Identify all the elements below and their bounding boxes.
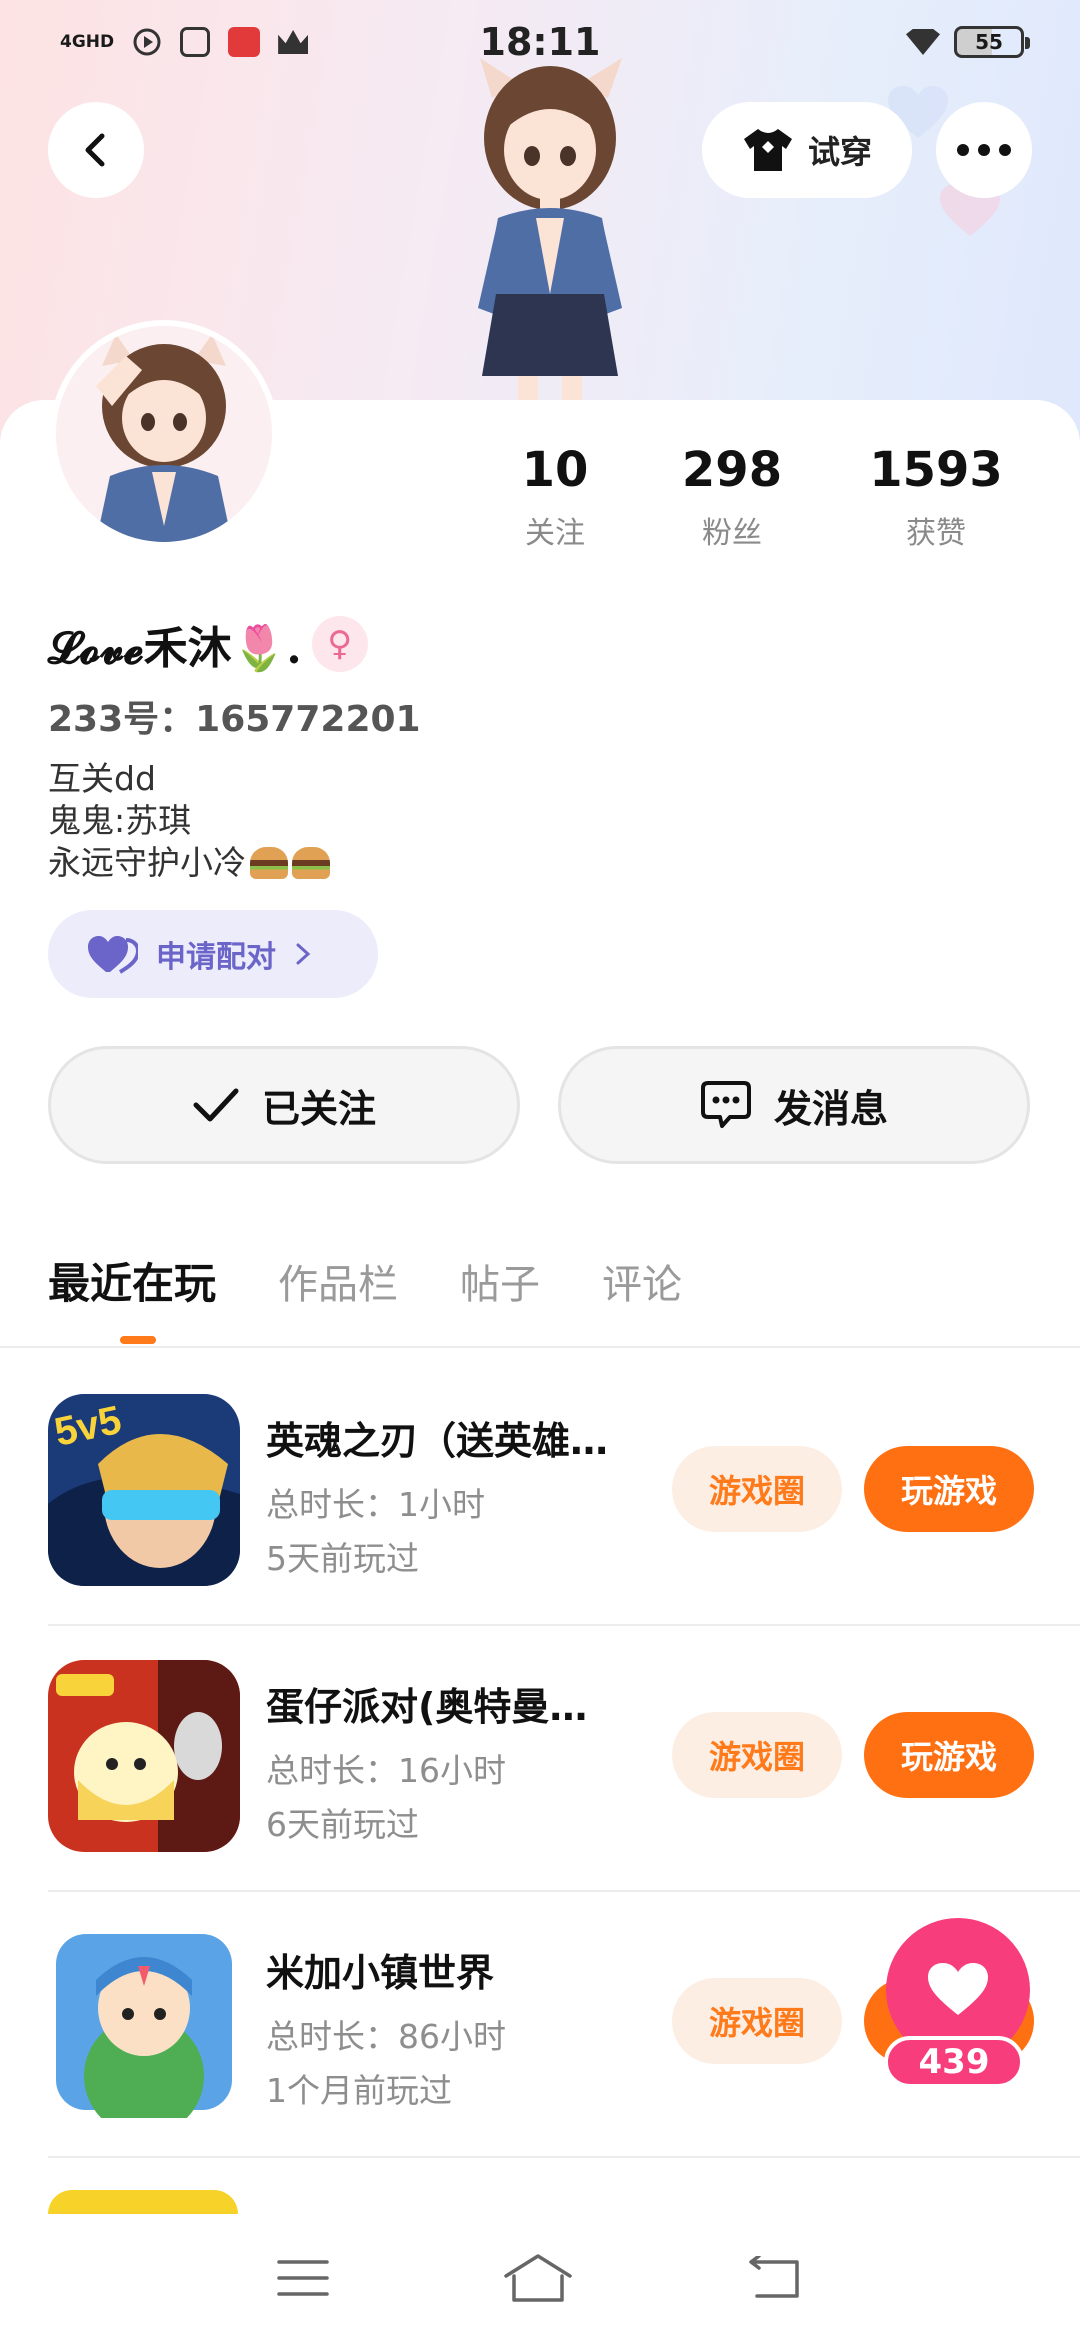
burger-emoji-icon — [292, 847, 330, 879]
tab-comments[interactable]: 评论 — [602, 1252, 682, 1310]
more-button[interactable] — [936, 102, 1032, 198]
stat-likes-value: 1593 — [869, 442, 1003, 498]
try-on-label: 试穿 — [807, 133, 872, 171]
tshirt-icon — [743, 129, 792, 171]
status-bar: 4GHD 18:11 55 — [0, 0, 1080, 84]
game-icon-image — [56, 1934, 232, 2118]
game-icon[interactable] — [48, 1660, 240, 1852]
back-button[interactable] — [48, 102, 144, 198]
like-float-button[interactable]: 439 — [884, 1918, 1032, 2090]
send-message-button[interactable]: 发消息 — [558, 1046, 1030, 1164]
game-row[interactable]: 蛋仔派对(奥特曼… 总时长：16小时 6天前玩过 游戏圈 玩游戏 — [48, 1660, 1048, 1856]
game-duration: 总时长：86小时 — [266, 2017, 506, 2056]
game-title: 米加小镇世界 — [266, 1951, 495, 1995]
back-arrow-icon — [85, 133, 105, 167]
row-divider — [48, 1624, 1080, 1626]
burger-emoji-icon — [250, 847, 288, 879]
followed-button[interactable]: 已关注 — [48, 1046, 520, 1164]
game-last-played: 1个月前玩过 — [266, 2071, 452, 2110]
nickname-row: 𝓛𝓸𝓿𝓮禾沐🌷. ♀ — [48, 612, 368, 676]
play-game-button[interactable]: 玩游戏 — [864, 1712, 1034, 1798]
stat-following-value: 10 — [521, 442, 589, 498]
battery-indicator: 55 — [954, 26, 1030, 58]
game-icon-image: 5v5 — [48, 1394, 240, 1586]
game-duration: 总时长：16小时 — [266, 1751, 506, 1790]
row-divider — [48, 2156, 1080, 2158]
game-circle-button[interactable]: 游戏圈 — [672, 1978, 842, 2064]
active-tab-indicator — [120, 1336, 156, 1344]
game-icon-image — [48, 1660, 240, 1852]
status-icons-right: 55 — [906, 26, 1030, 58]
menu-icon[interactable] — [276, 2258, 329, 2298]
avatar[interactable] — [50, 320, 278, 548]
bio-line: 鬼鬼:苏琪 — [48, 801, 192, 840]
game-duration: 总时长：1小时 — [266, 1485, 485, 1524]
tab-posts[interactable]: 帖子 — [460, 1252, 540, 1310]
next-game-icon-peek — [48, 2190, 238, 2214]
nickname: 𝓛𝓸𝓿𝓮禾沐🌷. — [48, 623, 302, 674]
game-icon[interactable] — [48, 1926, 240, 2118]
game-last-played: 5天前玩过 — [266, 1539, 419, 1578]
bio: 互关dd 鬼鬼:苏琪 永远守护小冷 — [48, 758, 330, 884]
avatar-image — [56, 326, 272, 542]
play-game-button[interactable]: 玩游戏 — [864, 1446, 1034, 1532]
try-on-button[interactable]: 试穿 — [702, 102, 912, 198]
stat-likes[interactable]: 1593 获赞 — [834, 440, 1038, 552]
game-row[interactable]: 5v5 英魂之刃（送英雄… 总时长：1小时 5天前玩过 游戏圈 玩游戏 — [48, 1394, 1048, 1590]
more-dots-icon — [957, 144, 1011, 156]
profile-tabs: 最近在玩 作品栏 帖子 评论 — [48, 1250, 682, 1311]
system-nav-bar — [0, 2216, 1080, 2340]
pair-request-button[interactable]: 申请配对 — [48, 910, 378, 998]
game-circle-button[interactable]: 游戏圈 — [672, 1712, 842, 1798]
profile-screen: 4GHD 18:11 55 试穿 10 关注 298 粉丝 1593 获赞 𝓛𝓸… — [0, 0, 1080, 2340]
game-circle-button[interactable]: 游戏圈 — [672, 1446, 842, 1532]
pair-request-label: 申请配对 — [156, 940, 276, 975]
gender-female-icon: ♀ — [311, 616, 368, 672]
user-id: 233号：165772201 — [48, 699, 421, 740]
bio-line-text: 永远守护小冷 — [48, 843, 246, 882]
avatar-character-image — [478, 58, 622, 403]
stat-following-label: 关注 — [525, 516, 585, 551]
profile-stats: 10 关注 298 粉丝 1593 获赞 — [480, 440, 1060, 552]
game-title: 英魂之刃（送英雄… — [266, 1419, 609, 1463]
row-divider — [48, 1890, 1080, 1892]
game-last-played: 6天前玩过 — [266, 1805, 419, 1844]
followed-label: 已关注 — [261, 1086, 376, 1131]
heart-icon — [928, 1963, 988, 2015]
game-icon[interactable]: 5v5 — [48, 1394, 240, 1586]
stat-followers[interactable]: 298 粉丝 — [630, 440, 834, 552]
home-icon[interactable] — [502, 2252, 574, 2304]
bio-line-last: 永远守护小冷 — [48, 842, 330, 884]
checkmark-icon — [193, 1088, 239, 1122]
stat-followers-value: 298 — [681, 442, 783, 498]
send-message-label: 发消息 — [773, 1086, 888, 1131]
game-title: 蛋仔派对(奥特曼… — [266, 1685, 588, 1729]
stat-followers-label: 粉丝 — [702, 516, 762, 551]
tabs-divider — [0, 1346, 1080, 1348]
tab-works[interactable]: 作品栏 — [278, 1252, 398, 1310]
heart-icon — [88, 936, 138, 974]
bio-line: 互关dd — [48, 759, 156, 798]
stat-following[interactable]: 10 关注 — [480, 440, 630, 552]
stat-likes-label: 获赞 — [906, 516, 966, 551]
tab-recently-played[interactable]: 最近在玩 — [48, 1250, 216, 1311]
return-icon[interactable] — [747, 2256, 803, 2300]
chevron-right-icon — [296, 943, 311, 965]
chat-bubble-icon — [700, 1081, 751, 1128]
like-count: 439 — [884, 2036, 1024, 2088]
